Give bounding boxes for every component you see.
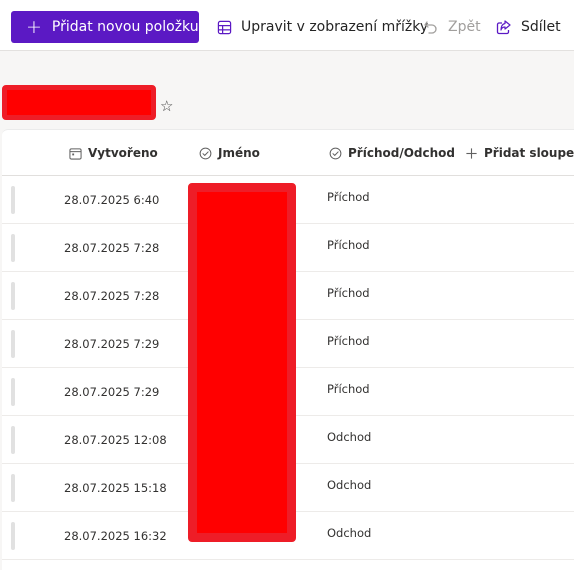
created-cell: 28.07.2025 15:18: [64, 481, 167, 495]
command-bar: + Přidat novou položku Upravit v zobraze…: [0, 0, 574, 51]
star-icon[interactable]: ☆: [160, 97, 173, 115]
grid-icon: [217, 20, 232, 34]
undo-label: Zpět: [448, 19, 481, 35]
created-cell: 28.07.2025 7:28: [64, 241, 160, 255]
column-header-name-label: Jméno: [218, 146, 260, 160]
created-cell: 28.07.2025 12:08: [64, 433, 167, 447]
created-cell: 28.07.2025 7:28: [64, 289, 160, 303]
created-cell: 28.07.2025 7:29: [64, 385, 160, 399]
status-cell: Příchod: [327, 334, 370, 348]
share-label: Sdílet: [521, 19, 561, 35]
plus-icon: [466, 147, 477, 159]
row-selector[interactable]: [11, 234, 15, 262]
add-new-item-label: Přidat novou položku: [51, 19, 199, 35]
row-selector[interactable]: [11, 186, 15, 214]
column-header-name[interactable]: Jméno: [199, 130, 260, 176]
undo-button[interactable]: Zpět: [423, 11, 481, 43]
check-circle-icon: [199, 147, 212, 159]
share-icon: [496, 20, 511, 35]
column-header-created[interactable]: Vytvořeno: [69, 130, 158, 176]
undo-icon: [424, 21, 437, 34]
edit-grid-view-label: Upravit v zobrazení mřížky: [241, 19, 429, 35]
column-header-created-label: Vytvořeno: [88, 146, 158, 160]
created-cell: 28.07.2025 16:32: [64, 529, 167, 543]
status-cell: Příchod: [327, 190, 370, 204]
check-circle-icon: [329, 147, 342, 159]
column-header-arrival-label: Příchod/Odchod: [348, 146, 455, 160]
status-cell: Příchod: [327, 382, 370, 396]
add-new-item-button[interactable]: + Přidat novou položku: [11, 11, 199, 43]
status-cell: Příchod: [327, 238, 370, 252]
row-selector[interactable]: [11, 426, 15, 454]
created-cell: 28.07.2025 7:29: [64, 337, 160, 351]
row-selector[interactable]: [11, 378, 15, 406]
row-selector[interactable]: [11, 522, 15, 550]
created-cell: 28.07.2025 6:40: [64, 193, 160, 207]
status-cell: Odchod: [327, 430, 372, 444]
redacted-list-title: [2, 85, 156, 120]
add-column-button[interactable]: Přidat sloupec: [465, 130, 574, 176]
column-header-arrival[interactable]: Příchod/Odchod: [329, 130, 455, 176]
status-cell: Odchod: [327, 526, 372, 540]
share-button[interactable]: Sdílet: [496, 11, 561, 43]
row-selector[interactable]: [11, 282, 15, 310]
calendar-icon: [69, 147, 82, 160]
status-cell: Příchod: [327, 286, 370, 300]
row-selector[interactable]: [11, 330, 15, 358]
row-selector[interactable]: [11, 474, 15, 502]
add-column-label: Přidat sloupec: [484, 146, 574, 160]
redacted-name-column: [188, 183, 296, 542]
edit-grid-view-button[interactable]: Upravit v zobrazení mřížky: [217, 11, 428, 43]
status-cell: Odchod: [327, 478, 372, 492]
plus-icon: +: [26, 15, 42, 38]
